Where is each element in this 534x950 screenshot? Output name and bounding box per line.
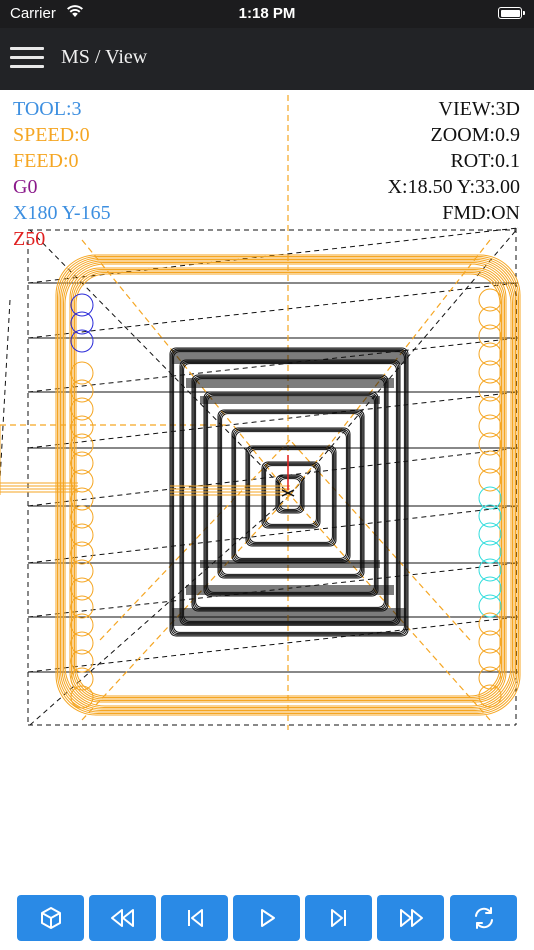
rewind-button[interactable] (89, 895, 156, 941)
status-bar: Carrier 1:18 PM (0, 0, 534, 28)
gcode-readout: G0 (13, 176, 38, 198)
pocket-band (200, 560, 380, 568)
skip-forward-button[interactable] (305, 895, 372, 941)
drill-circle-cyan (478, 558, 502, 582)
drill-circle (478, 306, 502, 330)
hamburger-menu-icon[interactable] (10, 47, 44, 71)
pocket-band (172, 608, 406, 626)
z-readout: Z50 (13, 228, 46, 250)
speed-readout: SPEED:0 (13, 124, 90, 146)
drill-circle (478, 612, 502, 636)
battery-icon (498, 7, 525, 19)
skip-forward-icon (330, 909, 346, 927)
rotation-readout: ROT:0.1 (450, 150, 520, 172)
drill-circle (478, 648, 502, 672)
xy-readout: X180 Y-165 (13, 202, 111, 224)
drill-circle (478, 396, 502, 420)
drill-circle (478, 342, 502, 366)
skip-back-button[interactable] (161, 895, 228, 941)
drill-circle-cyan (478, 576, 502, 600)
rewind-icon (110, 909, 134, 927)
drill-circle (70, 685, 94, 709)
pocket-band (186, 585, 394, 595)
drill-circle (478, 432, 502, 456)
guide-line (81, 239, 291, 496)
drill-circle (478, 324, 502, 348)
fast-forward-icon (399, 909, 423, 927)
page-title: MS / View (61, 46, 148, 68)
rapid-diagonal (27, 505, 519, 564)
hud-left: TOOL:3 SPEED:0 FEED:0 G0 X180 Y-165 Z50 (13, 96, 111, 252)
drill-circle (478, 360, 502, 384)
3d-view-button[interactable] (17, 895, 84, 941)
refresh-button[interactable] (450, 895, 517, 941)
pocket-band (172, 350, 406, 364)
cube-icon (40, 907, 61, 929)
play-button[interactable] (233, 895, 300, 941)
drill-circle-cyan (478, 504, 502, 528)
fast-forward-button[interactable] (377, 895, 444, 941)
drill-circle (478, 378, 502, 402)
refresh-icon (474, 907, 493, 929)
zoom-readout: ZOOM:0.9 (430, 124, 520, 146)
drill-circle (478, 450, 502, 474)
pocket-band (186, 378, 394, 388)
rapid-diagonal (27, 282, 519, 339)
pocket-band (200, 396, 380, 404)
drill-circle (478, 414, 502, 438)
view-mode-readout: VIEW:3D (438, 98, 520, 120)
hud-right: VIEW:3D ZOOM:0.9 ROT:0.1 X:18.50 Y:33.00… (388, 96, 520, 226)
drill-circle-cyan (478, 540, 502, 564)
feed-readout: FEED:0 (13, 150, 79, 172)
drill-circle (478, 288, 502, 312)
status-time: 1:18 PM (238, 5, 296, 22)
guide-line (289, 239, 491, 496)
fmd-readout: FMD:ON (442, 202, 520, 224)
drill-circle-cyan (478, 522, 502, 546)
playback-toolbar (0, 892, 534, 950)
frame-edge (0, 299, 11, 481)
navigation-bar: MS / View (0, 28, 534, 90)
skip-back-icon (187, 909, 203, 927)
tool-readout: TOOL:3 (13, 98, 82, 120)
drill-circle (478, 468, 502, 492)
play-icon (260, 909, 275, 927)
coordinates-readout: X:18.50 Y:33.00 (387, 176, 520, 198)
drill-circle (478, 630, 502, 654)
drill-circle-cyan (478, 594, 502, 618)
